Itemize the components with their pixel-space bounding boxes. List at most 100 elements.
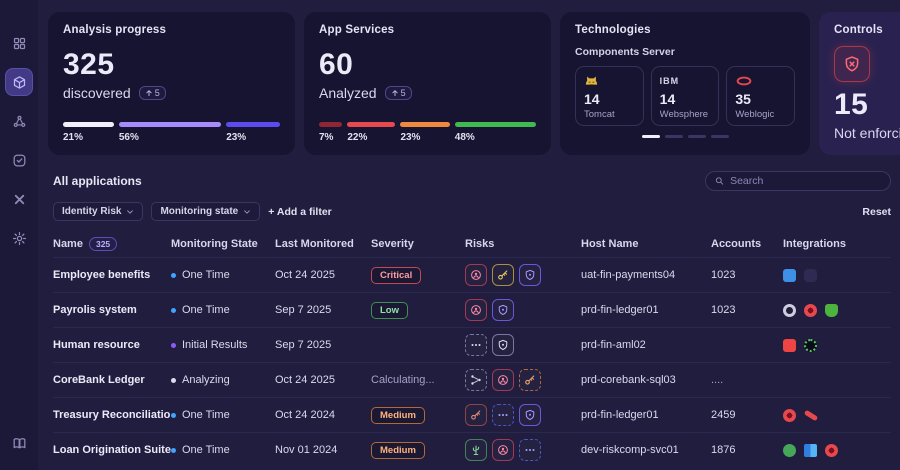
table-row[interactable]: Employee benefits One Time Oct 24 2025 C… bbox=[53, 257, 891, 292]
integration-green-globe-icon[interactable] bbox=[783, 444, 796, 457]
arrow-up-icon bbox=[145, 89, 153, 97]
docs-book-icon[interactable] bbox=[6, 430, 32, 456]
tile-websphere[interactable]: IBM 14 Websphere bbox=[651, 66, 720, 126]
risk-cactus-icon[interactable] bbox=[465, 439, 487, 461]
state-dot bbox=[171, 378, 176, 383]
risk-key-icon[interactable] bbox=[492, 264, 514, 286]
controls-card: Controls 15 Not enforcing bbox=[819, 12, 900, 155]
table-row[interactable]: Treasury Reconciliation... One Time Oct … bbox=[53, 397, 891, 432]
risk-shield-icon[interactable] bbox=[492, 334, 514, 356]
search-field[interactable] bbox=[730, 175, 881, 187]
apps-grid-icon[interactable] bbox=[6, 30, 32, 56]
bar-segment: 23% bbox=[226, 122, 280, 143]
card-title: Controls bbox=[834, 24, 900, 36]
discovered-count: 325 bbox=[63, 50, 280, 80]
col-integrations: Integrations bbox=[783, 238, 891, 250]
search-icon bbox=[715, 176, 724, 186]
tile-weblogic[interactable]: 35 Weblogic bbox=[726, 66, 795, 126]
discovered-label: discovered bbox=[63, 85, 131, 101]
applications-header: All applications bbox=[53, 171, 891, 191]
integration-red-rosette-icon[interactable] bbox=[783, 409, 796, 422]
severity-badge: Medium bbox=[371, 442, 425, 459]
tasks-check-icon[interactable] bbox=[6, 147, 32, 173]
risk-more-dots-icon[interactable] bbox=[465, 334, 487, 356]
table-row[interactable]: Human resource Initial Results Sep 7 202… bbox=[53, 327, 891, 362]
integration-blue-app-icon[interactable] bbox=[783, 269, 796, 282]
analysis-progress-bars: 21% 56% 23% bbox=[63, 122, 280, 143]
stat-cards-row: Analysis progress 325 discovered 5 21% bbox=[48, 12, 900, 155]
integration-ghost-icon[interactable] bbox=[804, 269, 817, 282]
integration-red-claw-icon[interactable] bbox=[804, 409, 819, 421]
not-enforcing-label: Not enforcing bbox=[834, 125, 900, 141]
filter-identity-risk[interactable]: Identity Risk bbox=[53, 202, 143, 221]
integration-green-shield-icon[interactable] bbox=[825, 304, 838, 317]
risk-more-dots-icon[interactable] bbox=[519, 439, 541, 461]
left-nav-rail bbox=[0, 0, 38, 470]
col-host-name: Host Name bbox=[581, 238, 711, 250]
reset-button[interactable]: Reset bbox=[862, 206, 891, 218]
all-applications-title: All applications bbox=[53, 174, 142, 188]
delta-badge: 5 bbox=[385, 86, 412, 100]
pager-dash[interactable] bbox=[688, 135, 706, 138]
search-input[interactable] bbox=[705, 171, 891, 191]
assets-cube-icon[interactable] bbox=[6, 69, 32, 95]
tomcat-icon bbox=[584, 73, 635, 89]
integration-green-gear-icon[interactable] bbox=[804, 339, 817, 352]
tile-tomcat[interactable]: 14 Tomcat bbox=[575, 66, 644, 126]
risk-key-icon[interactable] bbox=[465, 404, 487, 426]
applications-table: Name 325 Monitoring State Last Monitored… bbox=[53, 231, 891, 467]
analyzed-count: 60 bbox=[319, 50, 536, 80]
integration-blue-grid-icon[interactable] bbox=[804, 444, 817, 457]
table-row[interactable]: Loan Origination Suite One Time Nov 01 2… bbox=[53, 432, 891, 467]
risk-shield-icon[interactable] bbox=[492, 299, 514, 321]
table-row[interactable]: Payrolis system One Time Sep 7 2025 Low … bbox=[53, 292, 891, 327]
technologies-card: Technologies Components Server 14 Tomcat… bbox=[560, 12, 810, 155]
col-name: Name 325 bbox=[53, 237, 171, 251]
col-severity: Severity bbox=[371, 238, 465, 250]
analyzed-label: Analyzed bbox=[319, 85, 377, 101]
filter-monitoring-state[interactable]: Monitoring state bbox=[151, 202, 260, 221]
state-dot bbox=[171, 413, 176, 418]
pager-dash[interactable] bbox=[642, 135, 660, 138]
table-row[interactable]: CoreBank Ledger Analyzing Oct 24 2025 Ca… bbox=[53, 362, 891, 397]
integration-red-book-icon[interactable] bbox=[783, 339, 796, 352]
risk-identity-icon[interactable] bbox=[465, 299, 487, 321]
bar-segment: 56% bbox=[119, 122, 221, 143]
col-last-monitored: Last Monitored bbox=[275, 238, 371, 250]
state-dot bbox=[171, 273, 176, 278]
risk-identity-icon[interactable] bbox=[465, 264, 487, 286]
card-title: Technologies bbox=[575, 24, 795, 36]
app-root: Analysis progress 325 discovered 5 21% bbox=[0, 0, 900, 470]
main-content: Analysis progress 325 discovered 5 21% bbox=[38, 0, 900, 470]
severity-badge: Medium bbox=[371, 407, 425, 424]
risk-identity-icon[interactable] bbox=[492, 369, 514, 391]
shield-x-icon bbox=[834, 46, 870, 82]
severity-badge: Critical bbox=[371, 267, 421, 284]
delta-badge: 5 bbox=[139, 86, 166, 100]
card-title: App Services bbox=[319, 24, 536, 36]
chevron-down-icon bbox=[243, 208, 251, 216]
risk-more-dots-icon[interactable] bbox=[492, 404, 514, 426]
add-filter-button[interactable]: + Add a filter bbox=[268, 206, 332, 218]
chevron-down-icon bbox=[126, 208, 134, 216]
pager-dash[interactable] bbox=[711, 135, 729, 138]
settings-gear-icon[interactable] bbox=[6, 225, 32, 251]
not-enforcing-count: 15 bbox=[834, 90, 900, 120]
pager-dash[interactable] bbox=[665, 135, 683, 138]
state-dot bbox=[171, 308, 176, 313]
integration-red-rosette-icon[interactable] bbox=[804, 304, 817, 317]
state-dot bbox=[171, 448, 176, 453]
col-accounts: Accounts bbox=[711, 238, 783, 250]
connections-x-icon[interactable] bbox=[6, 186, 32, 212]
cluster-icon[interactable] bbox=[6, 108, 32, 134]
bar-segment: 48% bbox=[455, 122, 536, 143]
risk-shield-icon[interactable] bbox=[519, 404, 541, 426]
state-dot bbox=[171, 343, 176, 348]
integration-red-rosette-icon[interactable] bbox=[825, 444, 838, 457]
risk-identity-icon[interactable] bbox=[492, 439, 514, 461]
integration-ring-icon[interactable] bbox=[783, 304, 796, 317]
risk-shield-icon[interactable] bbox=[519, 264, 541, 286]
risk-key-icon[interactable] bbox=[519, 369, 541, 391]
ibm-logo-icon: IBM bbox=[660, 73, 711, 89]
risk-branch-icon[interactable] bbox=[465, 369, 487, 391]
